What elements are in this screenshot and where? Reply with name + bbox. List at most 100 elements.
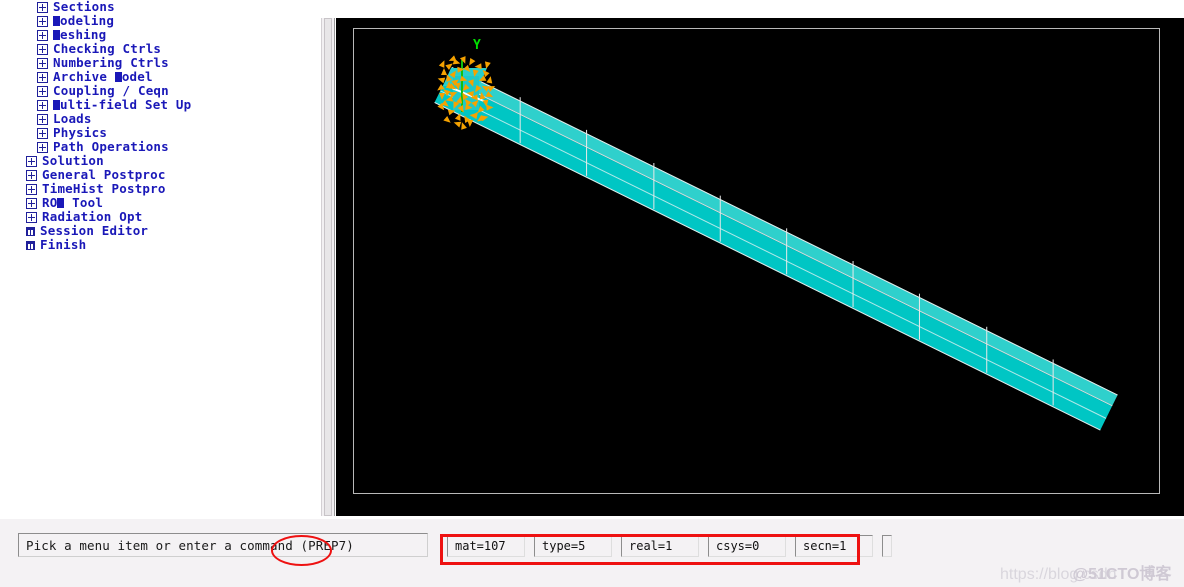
expand-plus-icon[interactable] <box>26 183 37 195</box>
constraint-arrow <box>485 91 495 100</box>
beam-mesh-lines <box>452 67 1118 406</box>
graphics-window[interactable]: Y <box>336 18 1184 516</box>
tree-item-label: Archive odel <box>53 69 153 84</box>
status-field-group: mat=107 type=5 real=1 csys=0 secn=1 <box>447 535 892 557</box>
expand-plus-icon[interactable] <box>26 169 37 181</box>
graphics-frame-border: Y <box>353 28 1160 494</box>
mesh-division-line <box>985 326 987 373</box>
mesh-division-line <box>652 162 654 209</box>
status-field-overflow[interactable] <box>882 535 892 557</box>
tree-item-rom-tool[interactable]: RO Tool <box>0 196 322 210</box>
tree-item-path-operations[interactable]: Path Operations <box>0 140 322 154</box>
leaf-document-icon[interactable] <box>26 226 35 236</box>
glyph-block <box>114 72 122 82</box>
tree-item-checking-ctrls[interactable]: Checking Ctrls <box>0 42 322 56</box>
main-menu-tree[interactable]: Sections odeling eshing Checking Ctrls Numbe… <box>0 0 322 518</box>
leaf-document-icon[interactable] <box>26 240 35 250</box>
tree-item-label: Sections <box>53 0 115 14</box>
tree-item-numbering-ctrls[interactable]: Numbering Ctrls <box>0 56 322 70</box>
mesh-division-line <box>519 97 521 144</box>
tree-item-label: Physics <box>53 125 108 140</box>
beam-model <box>434 67 1159 493</box>
beam-body <box>434 67 1118 431</box>
tree-item-label: Path Operations <box>53 139 169 154</box>
tree-item-multi-field-set-up[interactable]: ulti-field Set Up <box>0 98 322 112</box>
tree-item-timehist-postpro[interactable]: TimeHist Postpro <box>0 182 322 196</box>
beam-top-face <box>446 67 1118 407</box>
glyph-block <box>53 30 60 40</box>
tree-item-label: Loads <box>53 111 92 126</box>
tree-item-session-editor[interactable]: Session Editor <box>0 224 322 238</box>
tree-item-archive-model[interactable]: Archive odel <box>0 70 322 84</box>
status-area: Pick a menu item or enter a command (PRE… <box>0 518 1184 587</box>
constraint-arrow <box>466 119 474 128</box>
tree-item-sections[interactable]: Sections <box>0 0 322 14</box>
tree-item-radiation-opt[interactable]: Radiation Opt <box>0 210 322 224</box>
constraint-arrow <box>443 115 453 126</box>
status-field-mat[interactable]: mat=107 <box>447 535 525 557</box>
constraint-arrow <box>483 61 491 70</box>
beam-edge-line <box>440 90 1107 419</box>
glyph-block <box>53 16 60 26</box>
tree-item-label: TimeHist Postpro <box>42 181 166 196</box>
expand-plus-icon[interactable] <box>37 127 48 139</box>
expand-plus-icon[interactable] <box>26 211 37 223</box>
mesh-division-line <box>852 261 854 308</box>
tree-item-label: RO Tool <box>42 195 104 210</box>
expand-plus-icon[interactable] <box>26 197 37 209</box>
expand-plus-icon[interactable] <box>37 1 48 13</box>
mesh-division-line <box>786 228 788 275</box>
constraint-arrow <box>474 63 482 70</box>
tree-item-loads[interactable]: Loads <box>0 112 322 126</box>
beam-front-face <box>434 78 1113 431</box>
expand-plus-icon[interactable] <box>37 15 48 27</box>
status-field-type[interactable]: type=5 <box>534 535 612 557</box>
tree-item-label: odeling <box>53 14 114 28</box>
tree-scrollbar[interactable] <box>321 18 335 516</box>
glyph-block <box>57 198 65 208</box>
status-field-secn[interactable]: secn=1 <box>795 535 873 557</box>
tree-item-label: Radiation Opt <box>42 209 143 224</box>
expand-plus-icon[interactable] <box>37 85 48 97</box>
mesh-division-line <box>719 195 721 242</box>
tree-item-coupling-ceqn[interactable]: Coupling / Ceqn <box>0 84 322 98</box>
tree-item-modeling[interactable]: odeling <box>0 14 322 28</box>
axis-y-label: Y <box>473 38 481 53</box>
tree-item-physics[interactable]: Physics <box>0 126 322 140</box>
expand-plus-icon[interactable] <box>37 43 48 55</box>
tree-item-label: Numbering Ctrls <box>53 55 169 70</box>
tree-item-label: ulti-field Set Up <box>53 98 191 112</box>
input-prompt-bar[interactable]: Pick a menu item or enter a command (PRE… <box>18 533 428 557</box>
tree-item-label: General Postproc <box>42 167 166 182</box>
tree-item-meshing[interactable]: eshing <box>0 28 322 42</box>
tree-item-label: Solution <box>42 153 104 168</box>
tree-scrollbar-thumb[interactable] <box>324 18 332 516</box>
expand-plus-icon[interactable] <box>37 113 48 125</box>
boundary-constraint-symbols <box>435 54 499 134</box>
expand-plus-icon[interactable] <box>37 57 48 69</box>
mesh-division-line <box>1052 359 1054 406</box>
graphics-canvas[interactable]: Y <box>354 29 1159 493</box>
status-separator <box>0 518 1184 522</box>
constraint-arrow <box>486 75 494 84</box>
expand-plus-icon[interactable] <box>26 155 37 167</box>
tree-item-label: Coupling / Ceqn <box>53 83 169 98</box>
status-field-real[interactable]: real=1 <box>621 535 699 557</box>
expand-plus-icon[interactable] <box>37 99 48 111</box>
constraint-arrow <box>486 104 494 111</box>
mesh-division-line <box>919 293 921 340</box>
glyph-block <box>53 100 60 110</box>
constraint-arrow <box>478 91 486 100</box>
tree-item-label: Finish <box>40 237 87 252</box>
tree-item-label: eshing <box>53 28 106 42</box>
expand-plus-icon[interactable] <box>37 71 48 83</box>
status-field-csys[interactable]: csys=0 <box>708 535 786 557</box>
expand-plus-icon[interactable] <box>37 141 48 153</box>
tree-item-finish[interactable]: Finish <box>0 238 322 252</box>
prompt-text: Pick a menu item or enter a command (PRE… <box>26 537 354 553</box>
expand-plus-icon[interactable] <box>37 29 48 41</box>
mesh-division-line <box>586 130 588 177</box>
tree-item-solution[interactable]: Solution <box>0 154 322 168</box>
tree-item-label: Session Editor <box>40 223 149 238</box>
tree-item-general-postproc[interactable]: General Postproc <box>0 168 322 182</box>
